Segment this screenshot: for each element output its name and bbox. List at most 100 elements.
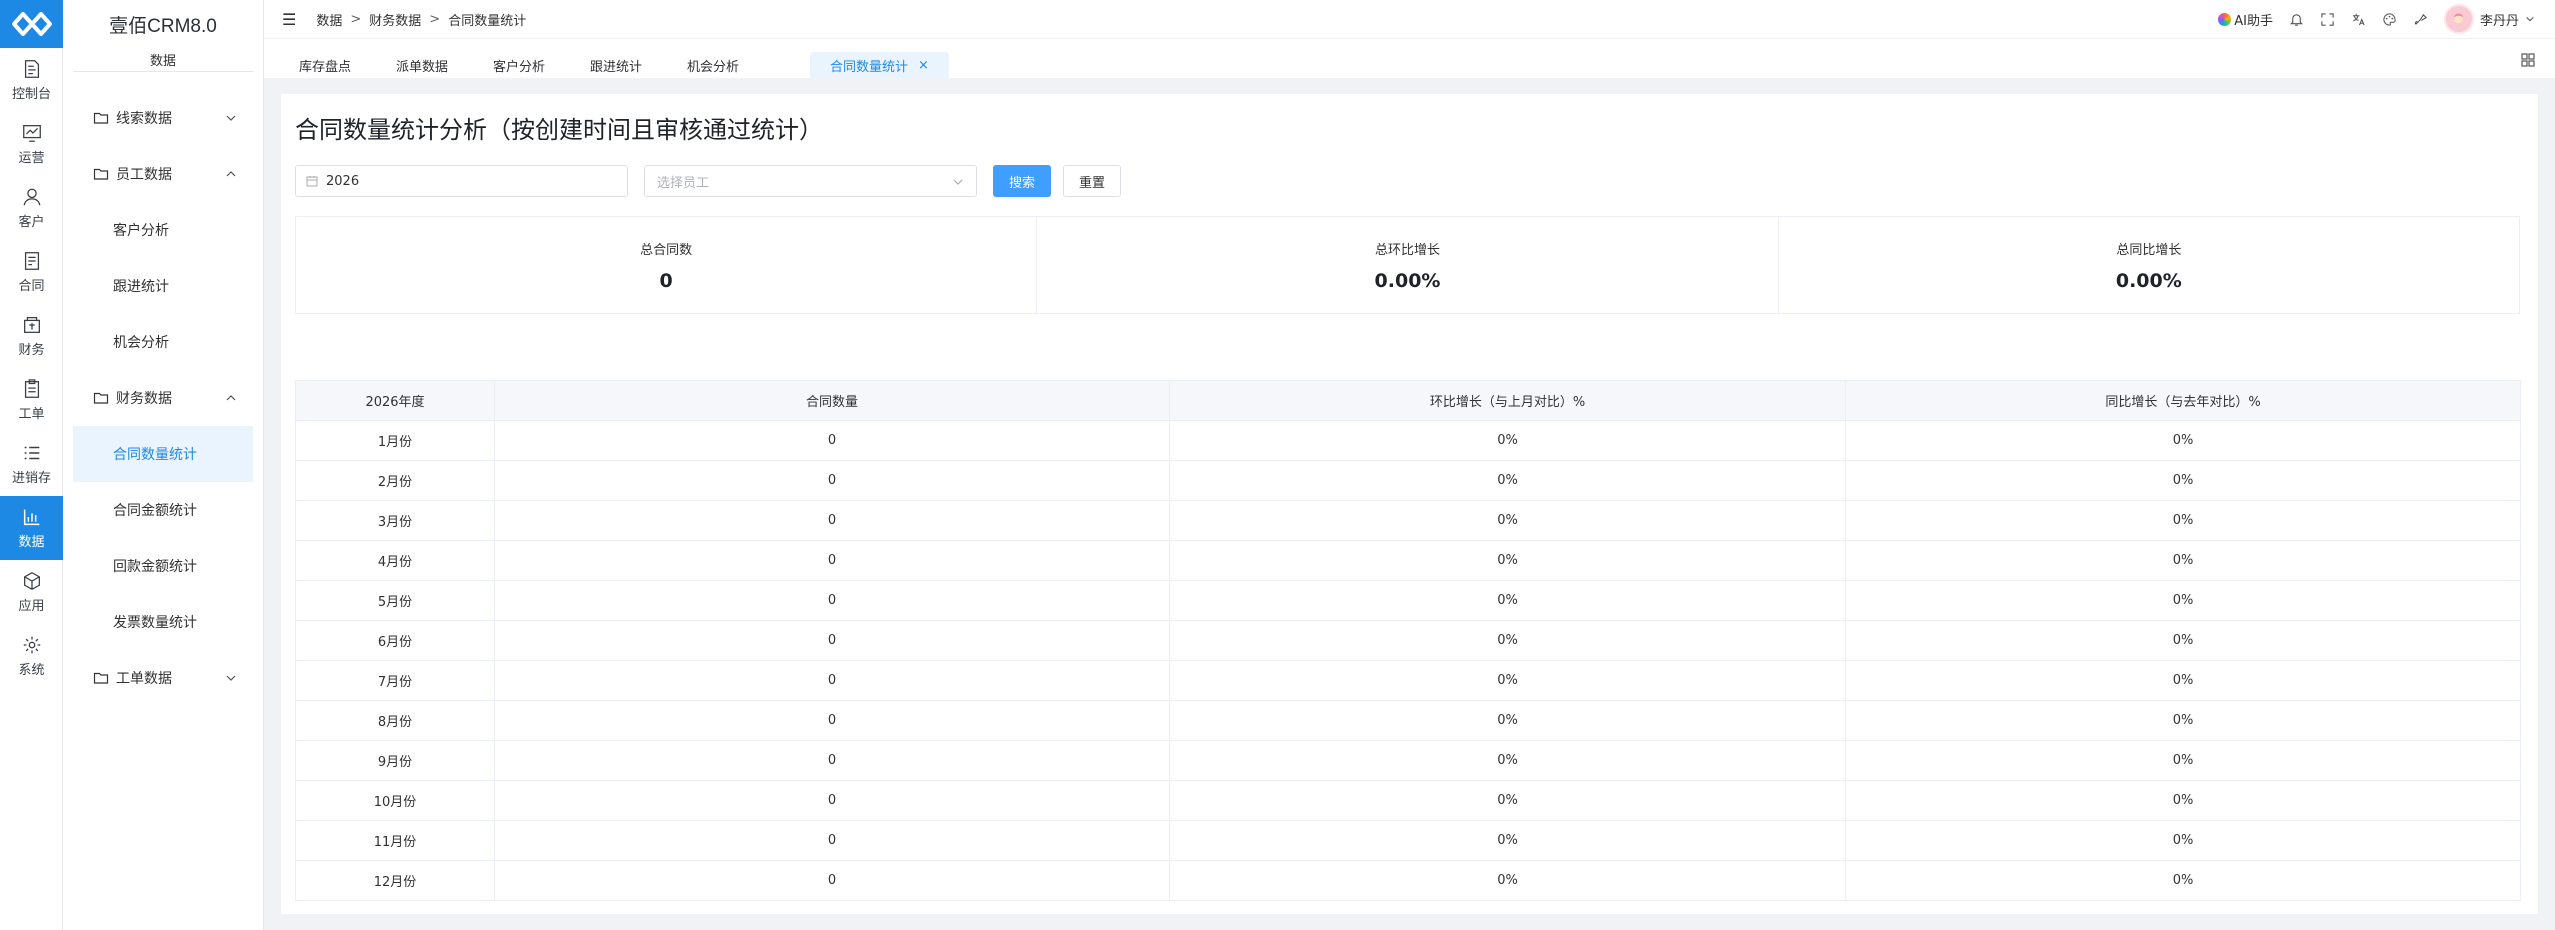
tab-inventory-check[interactable]: 库存盘点	[299, 52, 351, 78]
employee-select-placeholder: 选择员工	[657, 175, 710, 191]
data-icon	[23, 509, 39, 526]
breadcrumb-current: 合同数量统计	[448, 13, 527, 29]
folder-icon	[93, 112, 109, 124]
table-row: 11月份 0 0% 0%	[295, 820, 2521, 861]
chevron-up-icon	[226, 395, 236, 401]
grid-icon[interactable]	[2521, 53, 2535, 67]
stat-label: 总同比增长	[2116, 242, 2182, 258]
user-menu[interactable]: 李丹丹	[2443, 4, 2535, 34]
sidebar-group-label: 财务数据	[116, 391, 172, 407]
sidebar-item-payment-amount[interactable]: 回款金额统计	[63, 538, 263, 594]
sidebar-group-finance[interactable]: 财务数据	[63, 370, 263, 426]
breadcrumb-item[interactable]: 财务数据	[369, 10, 421, 29]
sidebar-group-employee[interactable]: 员工数据	[63, 146, 263, 202]
main-nav-rail: 控制台 运营 客户 合同 财务 工单 进销存 数据 应用 系统	[0, 0, 63, 930]
operations-icon	[22, 125, 41, 142]
table-cell: 5月份	[295, 580, 495, 621]
table-header-cell: 2026年度	[295, 380, 495, 421]
sidebar-section-title: 数据	[73, 48, 253, 72]
tab-opportunity-analysis[interactable]: 机会分析	[687, 52, 739, 78]
rail-item-operations[interactable]: 运营	[0, 112, 63, 176]
rail-item-dashboard[interactable]: 控制台	[0, 48, 63, 112]
table-cell: 0%	[1845, 500, 2521, 541]
skin-icon[interactable]	[2413, 12, 2428, 27]
table-cell: 0	[494, 540, 1170, 581]
table-cell: 6月份	[295, 620, 495, 661]
tabs-bar: 库存盘点 派单数据 客户分析 跟进统计 机会分析 合同数量统计 ×	[264, 38, 2555, 78]
sidebar-item-opportunity-analysis[interactable]: 机会分析	[63, 314, 263, 370]
palette-icon[interactable]	[2382, 12, 2397, 27]
table-cell: 0%	[1845, 580, 2521, 621]
table-cell: 0%	[1845, 820, 2521, 861]
rail-item-inventory[interactable]: 进销存	[0, 432, 63, 496]
table-header-cell: 合同数量	[494, 380, 1170, 421]
stat-value: 0	[659, 269, 673, 292]
fullscreen-icon[interactable]	[2320, 12, 2335, 27]
table-header-row: 2026年度 合同数量 环比增长（与上月对比）% 同比增长（与去年对比）%	[295, 380, 2521, 421]
rail-item-label: 客户	[18, 215, 45, 230]
monthly-stats-table: 2026年度 合同数量 环比增长（与上月对比）% 同比增长（与去年对比）% 1月…	[295, 380, 2521, 901]
sidebar-item-contract-count[interactable]: 合同数量统计	[73, 426, 253, 482]
tab-label: 库存盘点	[299, 59, 352, 75]
rail-item-system[interactable]: 系统	[0, 624, 63, 688]
tab-close-icon[interactable]: ×	[918, 58, 929, 73]
breadcrumb-item[interactable]: 数据	[316, 10, 342, 29]
breadcrumb-separator: >	[350, 11, 362, 27]
rail-item-ticket[interactable]: 工单	[0, 368, 63, 432]
sidebar-group-ticket[interactable]: 工单数据	[63, 650, 263, 706]
rail-item-label: 系统	[18, 663, 45, 678]
rail-item-label: 财务	[18, 343, 45, 358]
table-row: 10月份 0 0% 0%	[295, 780, 2521, 821]
rail-item-label: 合同	[18, 279, 45, 294]
stat-label: 总环比增长	[1374, 242, 1440, 258]
sidebar-item-invoice-count[interactable]: 发票数量统计	[63, 594, 263, 650]
table-row: 7月份 0 0% 0%	[295, 660, 2521, 701]
employee-select[interactable]: 选择员工	[644, 165, 977, 197]
user-name: 李丹丹	[2479, 13, 2519, 29]
year-picker[interactable]: 2026	[295, 165, 628, 197]
table-cell: 11月份	[295, 820, 495, 861]
table-cell: 0%	[1845, 420, 2521, 461]
table-cell: 0%	[1845, 740, 2521, 781]
table-cell: 0%	[1169, 660, 1846, 701]
sidebar-group-label: 工单数据	[116, 671, 172, 687]
sidebar-group-label: 线索数据	[116, 111, 172, 127]
table-cell: 0	[494, 740, 1170, 781]
year-picker-value: 2026	[326, 173, 360, 189]
avatar-face-icon	[2454, 13, 2464, 23]
table-cell: 0%	[1845, 660, 2521, 701]
table-row: 4月份 0 0% 0%	[295, 540, 2521, 581]
rail-item-label: 控制台	[11, 87, 51, 102]
rail-item-finance[interactable]: 财务	[0, 304, 63, 368]
menu-toggle-icon[interactable]: ☰	[282, 10, 296, 29]
rail-item-customer[interactable]: 客户	[0, 176, 63, 240]
reset-button[interactable]: 重置	[1063, 165, 1121, 197]
bell-icon[interactable]	[2289, 12, 2304, 27]
main-content: 合同数量统计分析（按创建时间且审核通过统计） 2026 选择员工 搜索 重置 总…	[281, 94, 2538, 914]
chevron-down-icon	[953, 179, 963, 185]
ai-helper-label: AI助手	[2234, 13, 2273, 29]
rail-item-apps[interactable]: 应用	[0, 560, 63, 624]
sidebar-item-customer-analysis[interactable]: 客户分析	[63, 202, 263, 258]
dashboard-icon	[24, 60, 39, 78]
rail-item-data[interactable]: 数据	[0, 496, 63, 560]
search-button[interactable]: 搜索	[993, 165, 1051, 197]
tab-followup-stats[interactable]: 跟进统计	[590, 52, 642, 78]
sidebar-group-leads[interactable]: 线索数据	[63, 90, 263, 146]
table-cell: 0%	[1169, 780, 1846, 821]
sidebar-item-contract-amount[interactable]: 合同金额统计	[63, 482, 263, 538]
tab-customer-analysis[interactable]: 客户分析	[493, 52, 545, 78]
translate-icon[interactable]	[2351, 12, 2366, 27]
chevron-down-icon	[2526, 16, 2534, 22]
rail-item-contract[interactable]: 合同	[0, 240, 63, 304]
sidebar-item-followup-stats[interactable]: 跟进统计	[63, 258, 263, 314]
ai-helper-button[interactable]: AI助手	[2218, 10, 2273, 29]
table-cell: 0%	[1169, 740, 1846, 781]
ticket-icon	[24, 379, 39, 398]
app-logo[interactable]	[0, 0, 63, 48]
table-cell: 3月份	[295, 500, 495, 541]
tab-dispatch-data[interactable]: 派单数据	[396, 52, 448, 78]
tab-contract-count[interactable]: 合同数量统计 ×	[810, 52, 949, 78]
tab-label: 派单数据	[396, 59, 449, 75]
table-cell: 0	[494, 420, 1170, 461]
